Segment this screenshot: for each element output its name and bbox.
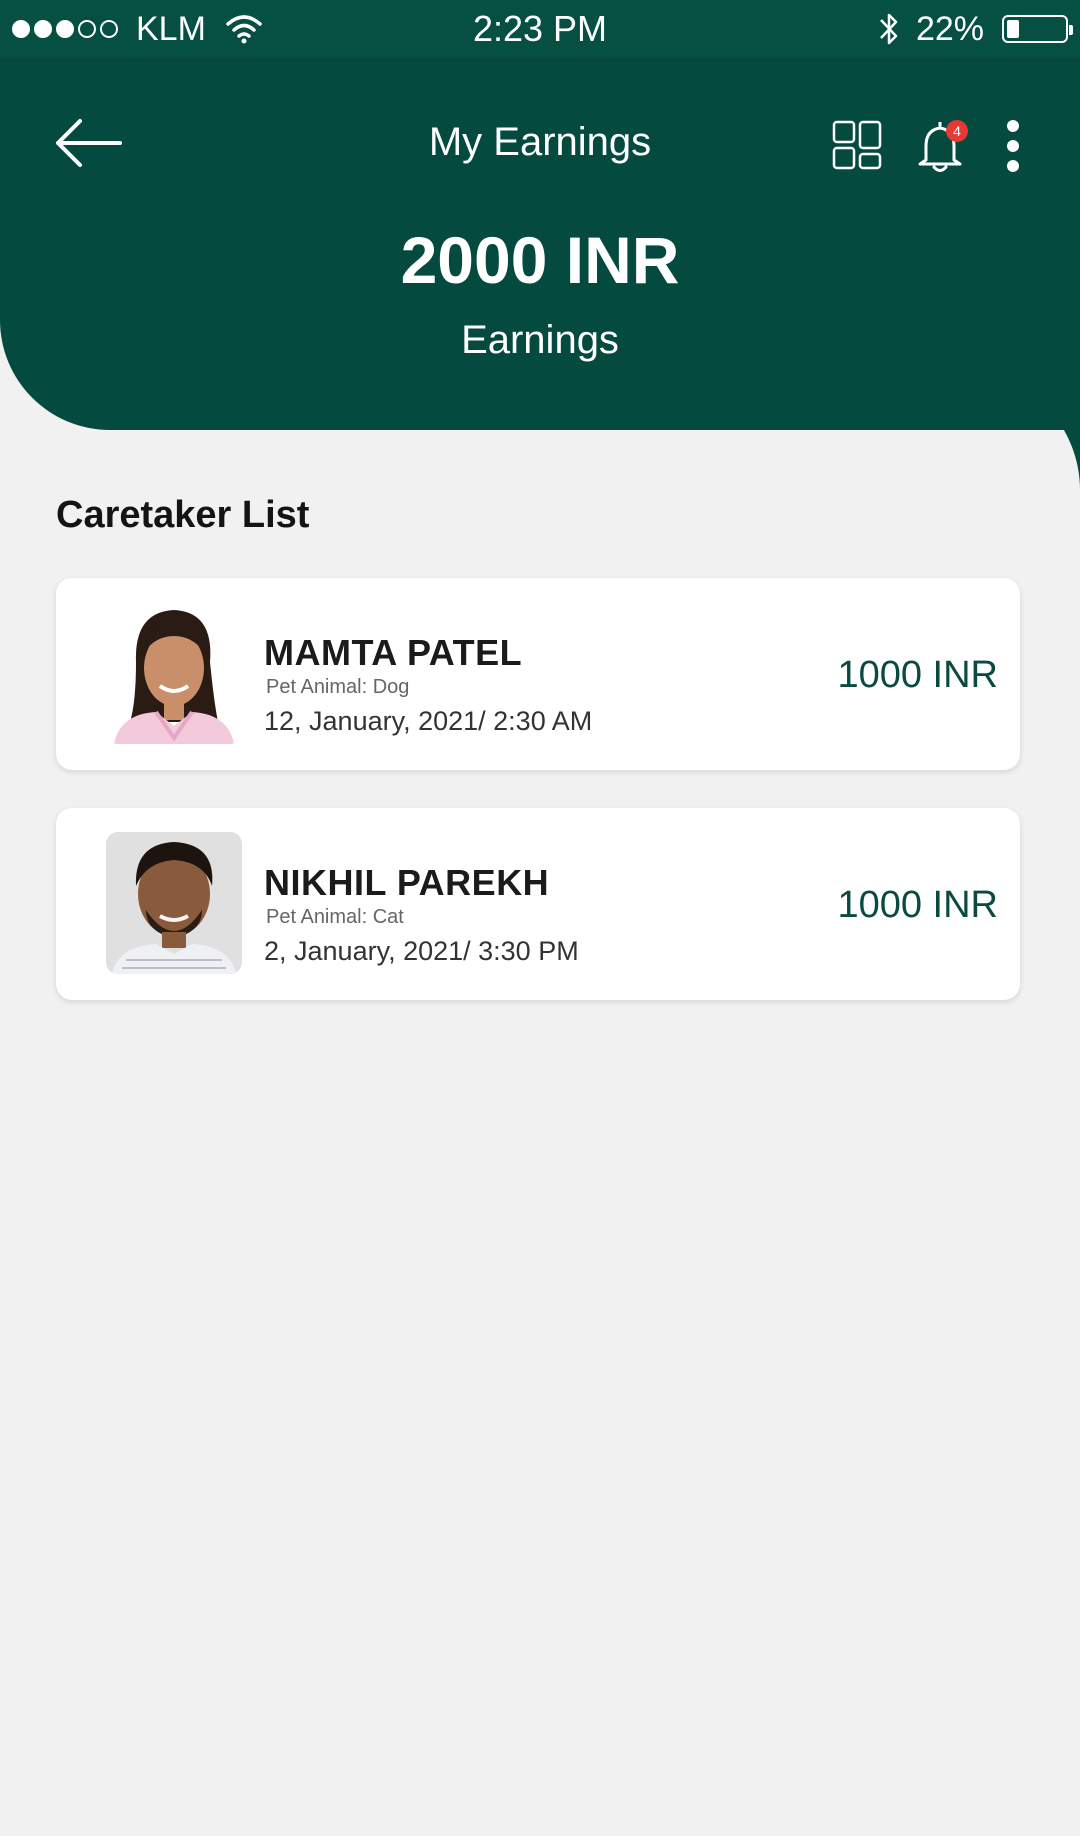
avatar [106, 602, 242, 744]
more-vertical-icon[interactable] [1000, 116, 1026, 176]
caretaker-list-title: Caretaker List [56, 494, 310, 536]
pet-animal: Pet Animal: Dog [266, 676, 410, 698]
header-background [0, 0, 1080, 430]
pet-animal: Pet Animal: Cat [266, 906, 404, 928]
avatar [106, 832, 242, 974]
dashboard-grid-icon[interactable] [832, 120, 882, 170]
booking-datetime: 12, January, 2021/ 2:30 AM [264, 706, 593, 736]
status-bar: KLM 2:23 PM 22% [0, 0, 1080, 58]
battery-icon [1002, 15, 1073, 43]
status-right: 22% [876, 9, 1073, 48]
header-curve [960, 430, 1080, 490]
earning-amount: 1000 INR [837, 884, 998, 926]
battery-fill [1007, 20, 1020, 38]
notifications-button[interactable]: 4 [916, 116, 968, 176]
earning-amount: 1000 INR [837, 654, 998, 696]
battery-percent: 22% [915, 9, 984, 48]
caretaker-name: NIKHIL PAREKH [264, 862, 550, 903]
caretaker-card[interactable]: MAMTA PATEL Pet Animal: Dog 12, January,… [56, 578, 1020, 770]
caretaker-photo [106, 602, 242, 744]
caretaker-card[interactable]: NIKHIL PAREKH Pet Animal: Cat 2, January… [56, 808, 1020, 1000]
notification-badge: 4 [946, 120, 968, 142]
total-earnings-label: Earnings [461, 318, 619, 362]
total-earnings-amount: 2000 INR [400, 223, 680, 297]
caretaker-photo [106, 832, 242, 974]
bluetooth-icon [880, 13, 898, 45]
booking-datetime: 2, January, 2021/ 3:30 PM [264, 936, 579, 966]
caretaker-name: MAMTA PATEL [264, 632, 523, 673]
